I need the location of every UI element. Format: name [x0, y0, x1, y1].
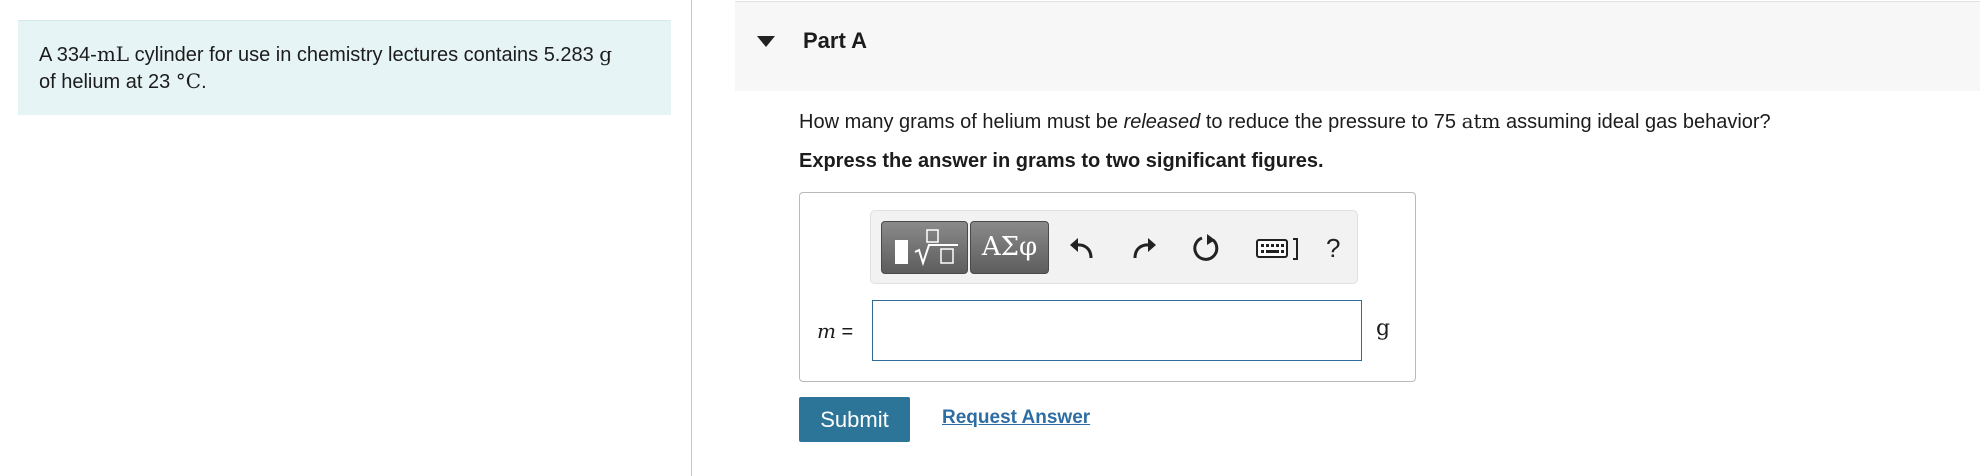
answer-unit: g	[1376, 316, 1391, 341]
answer-variable: m	[817, 319, 836, 343]
help-icon[interactable]: ?	[1326, 233, 1340, 264]
reset-icon[interactable]	[1189, 231, 1223, 265]
problem-text: .	[201, 71, 207, 93]
request-answer-link[interactable]: Request Answer	[942, 407, 1090, 429]
problem-text: A 334-	[39, 44, 97, 66]
question-text: How many grams of helium must be release…	[799, 108, 1771, 135]
caret-down-icon[interactable]	[757, 36, 775, 47]
keyboard-icon[interactable]	[1255, 231, 1305, 265]
problem-text: cylinder for use in chemistry lectures c…	[129, 44, 600, 66]
page: A 334-mL cylinder for use in chemistry l…	[0, 0, 1980, 476]
problem-statement: A 334-mL cylinder for use in chemistry l…	[18, 20, 671, 115]
part-header[interactable]: Part A	[735, 1, 1980, 91]
redo-icon[interactable]	[1127, 231, 1161, 265]
answer-variable-label: m =	[817, 319, 853, 344]
part-panel: Part A How many grams of helium must be …	[735, 0, 1980, 476]
answer-box: ΑΣφ ? m = g	[799, 192, 1416, 382]
submit-button[interactable]: Submit	[799, 397, 910, 442]
equals-sign: =	[835, 321, 854, 343]
templates-button[interactable]	[881, 221, 968, 274]
undo-icon[interactable]	[1065, 231, 1099, 265]
mass-unit: g	[599, 42, 613, 66]
pressure-unit: atm	[1461, 109, 1501, 133]
part-title: Part A	[803, 28, 867, 53]
temperature-unit: °C	[175, 69, 202, 93]
problem-panel: A 334-mL cylinder for use in chemistry l…	[0, 0, 692, 476]
math-toolbar: ΑΣφ ?	[870, 210, 1358, 284]
question-text-part: to reduce the pressure to 75	[1200, 111, 1462, 133]
question-text-part: assuming ideal gas behavior?	[1500, 111, 1771, 133]
volume-unit: mL	[96, 42, 130, 66]
question-text-part: How many grams of helium must be	[799, 111, 1124, 133]
question-emphasis: released	[1123, 111, 1201, 133]
problem-text: of helium at 23	[39, 71, 176, 93]
templates-icon	[895, 229, 958, 267]
answer-instruction: Express the answer in grams to two signi…	[799, 150, 1324, 172]
greek-letters-button[interactable]: ΑΣφ	[970, 221, 1049, 274]
answer-input[interactable]	[872, 300, 1362, 361]
